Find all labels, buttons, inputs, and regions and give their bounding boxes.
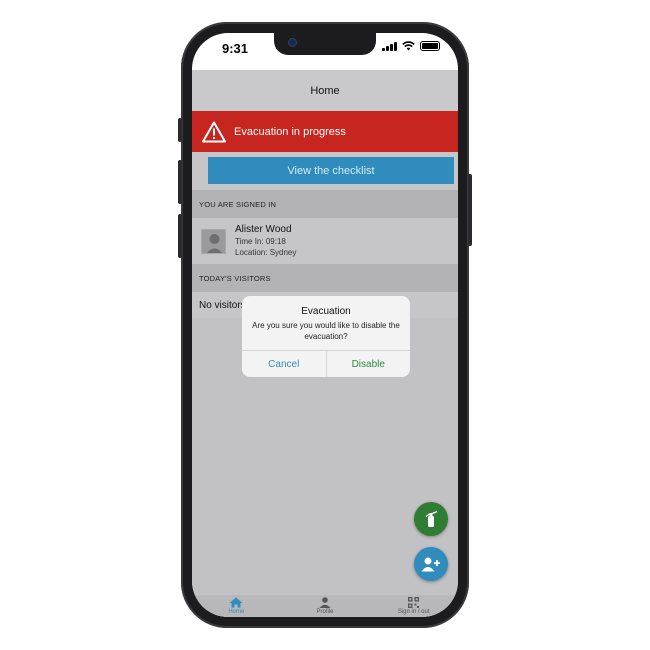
- tab-sign-in-out[interactable]: Sign in / out: [369, 595, 458, 617]
- fire-extinguisher-button[interactable]: [414, 502, 448, 536]
- tab-profile[interactable]: Profile: [281, 595, 370, 617]
- tab-home-label: Home: [228, 609, 245, 615]
- dialog-message: Are you sure you would like to disable t…: [252, 321, 400, 341]
- power-button: [468, 174, 472, 246]
- signal-icon: [382, 41, 397, 51]
- page-title: Home: [192, 70, 458, 111]
- alert-text: Evacuation in progress: [234, 125, 346, 138]
- warning-icon: [202, 121, 226, 142]
- dialog-buttons: Cancel Disable: [242, 350, 410, 377]
- app-content: Home Evacuation in progress View the che…: [192, 70, 458, 617]
- volume-down-button: [178, 214, 182, 258]
- cancel-button[interactable]: Cancel: [242, 351, 327, 377]
- checklist-container: View the checklist: [192, 152, 458, 190]
- qr-code-icon: [408, 597, 420, 608]
- avatar: [201, 228, 226, 254]
- evacuation-alert-banner: Evacuation in progress: [192, 111, 458, 152]
- phone-screen: 9:31 Home Evacuation in progress View th…: [192, 33, 458, 617]
- notch: [274, 33, 376, 55]
- tab-sign-in-out-label: Sign in / out: [397, 609, 430, 615]
- fire-extinguisher-icon: [425, 510, 438, 527]
- home-icon: [229, 597, 243, 608]
- add-visitor-button[interactable]: [414, 547, 448, 581]
- disable-button[interactable]: Disable: [327, 351, 411, 377]
- visitors-section-header: TODAY'S VISITORS: [192, 264, 458, 292]
- status-time: 9:31: [222, 41, 249, 56]
- view-checklist-button[interactable]: View the checklist: [208, 157, 454, 184]
- user-location: Location: Sydney: [235, 248, 297, 257]
- signed-in-section-header: YOU ARE SIGNED IN: [192, 190, 458, 218]
- wifi-icon: [402, 41, 415, 51]
- battery-icon: [420, 41, 440, 51]
- user-name: Alister Wood: [235, 224, 292, 235]
- mute-switch: [178, 118, 182, 142]
- user-time-in: Time In: 09:18: [235, 237, 286, 246]
- status-icons: [382, 41, 440, 51]
- user-silhouette-icon: [202, 229, 225, 253]
- volume-up-button: [178, 160, 182, 204]
- evacuation-dialog: Evacuation Are you sure you would like t…: [242, 296, 410, 377]
- bottom-tab-bar: Home Profile Sign in / out: [192, 595, 458, 617]
- tab-home[interactable]: Home: [192, 595, 281, 617]
- add-person-icon: [421, 557, 440, 572]
- person-icon: [319, 597, 331, 608]
- tab-profile-label: Profile: [316, 609, 334, 615]
- camera-icon: [288, 38, 297, 47]
- user-info: Alister Wood Time In: 09:18 Location: Sy…: [235, 224, 296, 258]
- signed-in-user-row[interactable]: Alister Wood Time In: 09:18 Location: Sy…: [192, 218, 458, 264]
- dialog-title: Evacuation: [301, 306, 351, 317]
- phone-frame: 9:31 Home Evacuation in progress View th…: [178, 22, 472, 628]
